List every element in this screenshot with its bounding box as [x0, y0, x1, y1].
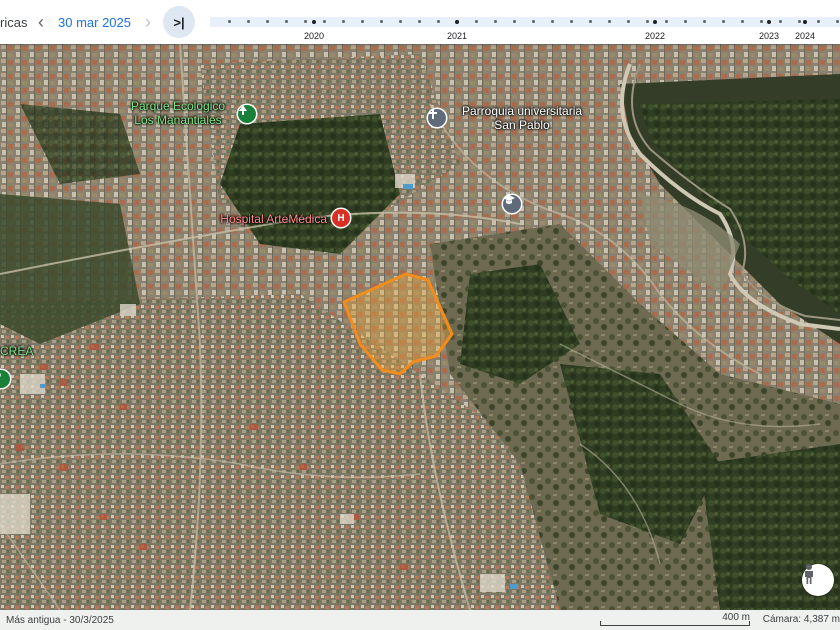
oldest-imagery-date: Más antigua - 30/3/2025 [6, 614, 114, 626]
timeline-tick[interactable] [798, 20, 801, 23]
timeline-tick[interactable] [228, 20, 231, 23]
timeline-tick[interactable] [722, 20, 725, 23]
timeline-year-marker[interactable] [803, 19, 807, 24]
timeline-tick[interactable] [836, 20, 839, 23]
timeline-tick[interactable] [646, 20, 649, 23]
hospital-icon[interactable]: H [332, 209, 350, 227]
timeline-tick[interactable] [342, 20, 345, 23]
timeline-tick[interactable] [570, 20, 573, 23]
camera-altitude: Cámara: 4,387 m [762, 614, 840, 625]
imagery-label: ricas [0, 14, 28, 30]
timeline-year-marker[interactable] [312, 19, 316, 24]
timeline-year-marker[interactable] [653, 19, 657, 24]
timeline-toolbar: ricas ‹ 30 mar 2025 › >| 2020 2021 2022 … [0, 0, 840, 44]
poi-parroquia-line1: Parroquia universitaria [461, 104, 583, 118]
timeline-tick[interactable] [532, 20, 535, 23]
timeline-tick[interactable] [437, 20, 440, 23]
timeline-tick[interactable] [703, 20, 706, 23]
selected-date[interactable]: 30 mar 2025 [58, 15, 131, 30]
timeline-tick[interactable] [304, 20, 307, 23]
timeline-year-2022: 2022 [644, 31, 666, 41]
timeline-tick[interactable] [475, 20, 478, 23]
map-footer: Más antigua - 30/3/2025 400 m Cámara: 4,… [0, 610, 840, 630]
poi-parque-line2: Los Manantiales [134, 113, 222, 127]
timeline-tick[interactable] [247, 20, 250, 23]
timeline-tick[interactable] [285, 20, 288, 23]
chevron-right-icon[interactable]: › [137, 11, 159, 33]
timeline-year-2023: 2023 [758, 31, 780, 41]
timeline-tick[interactable] [323, 20, 326, 23]
pegman-icon[interactable] [802, 564, 834, 596]
timeline-tick[interactable] [760, 20, 763, 23]
timeline-tick[interactable] [513, 20, 516, 23]
timeline-year-2020: 2020 [303, 31, 325, 41]
timeline-tick[interactable] [817, 20, 820, 23]
timeline-year-2021: 2021 [446, 31, 468, 41]
poi-parque-label[interactable]: Parque Ecologico Los Manantiales [126, 99, 230, 127]
timeline-tick[interactable] [266, 20, 269, 23]
timeline-tick[interactable] [494, 20, 497, 23]
timeline-year-marker[interactable] [455, 19, 459, 24]
skip-to-latest-icon[interactable]: >| [163, 6, 195, 38]
tree-icon[interactable] [238, 105, 256, 123]
poi-parroquia-label[interactable]: Parroquia universitaria San Pablo [452, 104, 592, 132]
timeline-slider[interactable]: 2020 2021 2022 2023 2024 [210, 0, 840, 44]
timeline-tick[interactable] [665, 20, 668, 23]
timeline-tick[interactable] [684, 20, 687, 23]
poi-crea-label[interactable]: CREA [0, 344, 36, 358]
poi-hospital-label[interactable]: Hospital ArteMédica [207, 212, 327, 226]
satellite-map[interactable]: Parque Ecologico Los Manantiales Parroqu… [0, 44, 840, 610]
timeline-year-2024: 2024 [794, 31, 816, 41]
poi-parque-line1: Parque Ecologico [130, 99, 226, 113]
timeline-tick[interactable] [589, 20, 592, 23]
timeline-tick[interactable] [399, 20, 402, 23]
timeline-tick[interactable] [741, 20, 744, 23]
timeline-year-marker[interactable] [767, 19, 771, 24]
scale-bar[interactable]: 400 m [600, 612, 750, 626]
poi-parroquia-line2: San Pablo [494, 118, 550, 132]
school-icon[interactable] [503, 195, 521, 213]
scale-line [600, 621, 750, 626]
timeline-tick[interactable] [380, 20, 383, 23]
timeline-tick[interactable] [627, 20, 630, 23]
timeline-tick[interactable] [361, 20, 364, 23]
chevron-left-icon[interactable]: ‹ [30, 11, 52, 33]
timeline-tick[interactable] [551, 20, 554, 23]
church-icon[interactable] [428, 109, 446, 127]
timeline-tick[interactable] [779, 20, 782, 23]
timeline-tick[interactable] [418, 20, 421, 23]
timeline-tick[interactable] [608, 20, 611, 23]
